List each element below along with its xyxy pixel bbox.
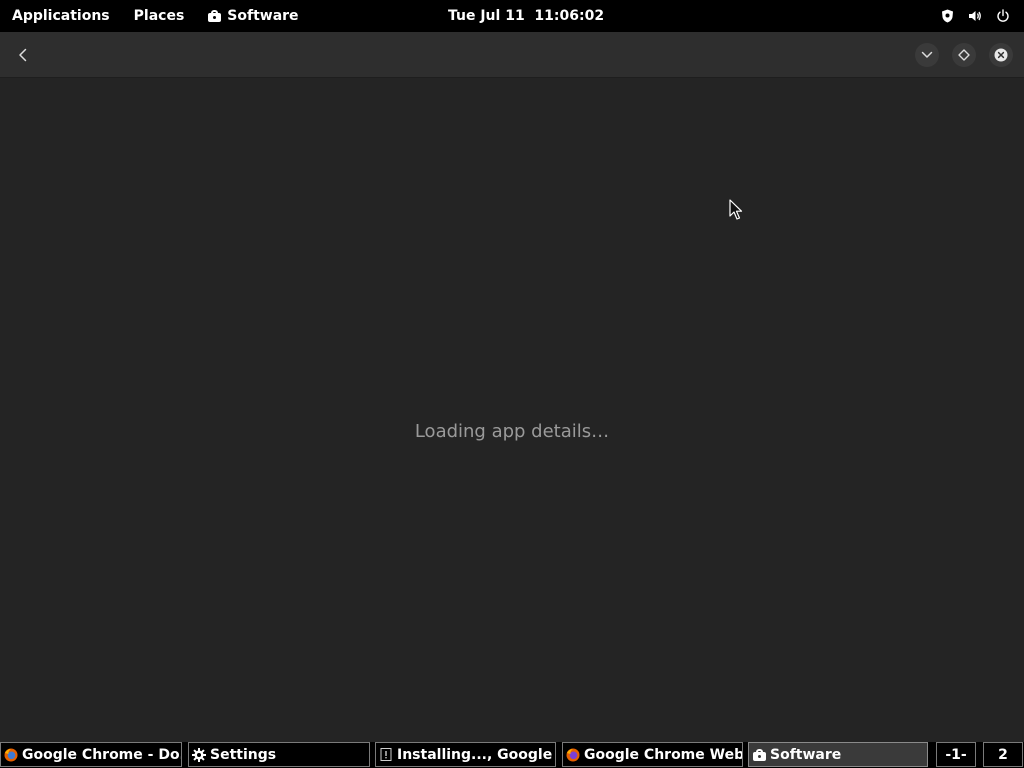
taskbar-item-label: Google Chrome - Do... (22, 746, 182, 763)
header-bar (0, 32, 1024, 78)
taskbar-item-label: Settings (210, 746, 277, 763)
app-details-view: Loading app details… (0, 79, 1024, 742)
maximize-button[interactable] (952, 43, 976, 67)
software-bag-icon (208, 10, 222, 22)
close-icon (994, 48, 1008, 62)
applications-menu[interactable]: Applications (0, 0, 122, 32)
workspace-2[interactable]: 2 (983, 742, 1023, 767)
volume-icon[interactable] (968, 9, 982, 23)
workspace-1[interactable]: -1- (936, 742, 976, 767)
firefox-icon (4, 748, 18, 762)
top-panel: Applications Places Software Tue Jul 11 … (0, 0, 1024, 32)
taskbar-item-chrome-web[interactable]: Google Chrome Web... (562, 742, 743, 767)
taskbar-item-chrome-download[interactable]: Google Chrome - Do... (0, 742, 182, 767)
software-bag-icon (752, 748, 766, 762)
firefox-icon (566, 748, 580, 762)
system-tray (941, 0, 1010, 32)
active-app-menu[interactable]: Software (196, 8, 310, 24)
taskbar-item-label: Google Chrome Web... (584, 746, 743, 763)
mouse-pointer-icon (729, 199, 743, 220)
taskbar-item-label: Installing..., Google ... (397, 746, 556, 763)
taskbar-item-settings[interactable]: Settings (188, 742, 370, 767)
close-button[interactable] (989, 43, 1013, 67)
places-menu[interactable]: Places (122, 0, 197, 32)
clock[interactable]: Tue Jul 11 11:06:02 (448, 0, 604, 32)
active-app-label: Software (227, 8, 299, 24)
taskbar: Google Chrome - Do... Settings Installin… (0, 742, 1024, 768)
chevron-down-icon (921, 51, 933, 58)
taskbar-item-installing[interactable]: Installing..., Google ... (375, 742, 556, 767)
diamond-icon (958, 49, 970, 61)
shield-icon[interactable] (941, 9, 954, 23)
loading-message: Loading app details… (414, 421, 610, 442)
gear-icon (192, 747, 206, 762)
warning-icon (379, 748, 393, 762)
power-icon[interactable] (996, 9, 1010, 23)
back-button[interactable] (10, 42, 36, 68)
taskbar-item-software[interactable]: Software (748, 742, 928, 767)
taskbar-item-label: Software (770, 746, 842, 763)
chevron-left-icon (19, 48, 27, 62)
minimize-button[interactable] (915, 43, 939, 67)
